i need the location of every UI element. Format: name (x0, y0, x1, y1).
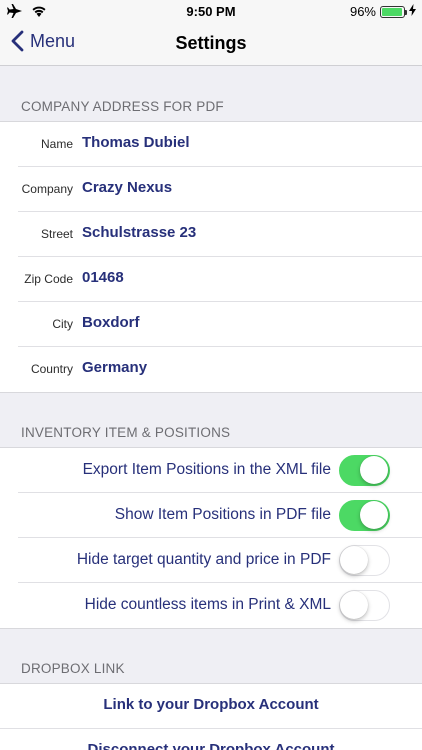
toggle-knob (340, 546, 368, 574)
company-field[interactable]: Crazy Nexus (82, 179, 172, 196)
hide-target-quantity-toggle[interactable] (339, 545, 390, 576)
field-row-company[interactable]: Company Crazy Nexus (18, 167, 422, 212)
link-row: Disconnect your Dropbox Account (0, 729, 422, 750)
name-field[interactable]: Thomas Dubiel (82, 134, 190, 151)
hide-countless-items-toggle[interactable] (339, 590, 390, 621)
field-label: Street (40, 227, 73, 241)
toggle-row-export-xml: Export Item Positions in the XML file (18, 448, 422, 493)
toggle-knob (360, 456, 388, 484)
toggle-label: Show Item Positions in PDF file (114, 506, 331, 523)
field-row-street[interactable]: Street Schulstrasse 23 (18, 212, 422, 257)
field-label: Company (21, 182, 73, 196)
field-row-zip-code[interactable]: Zip Code 01468 (18, 257, 422, 302)
dropbox-section-header: DROPBOX LINK (21, 661, 125, 676)
battery-percent: 96% (349, 4, 376, 19)
toggle-knob (340, 591, 368, 619)
toggle-label: Hide target quantity and price in PDF (76, 551, 331, 568)
link-row: Link to your Dropbox Account (0, 684, 422, 729)
toggle-label: Hide countless items in Print & XML (84, 596, 331, 613)
toggle-label: Export Item Positions in the XML file (82, 461, 331, 478)
show-pdf-positions-toggle[interactable] (339, 500, 390, 531)
charging-bolt-icon (409, 4, 416, 19)
battery-tip (405, 9, 407, 15)
export-xml-toggle[interactable] (339, 455, 390, 486)
field-row-name[interactable]: Name Thomas Dubiel (18, 122, 422, 167)
link-dropbox-button[interactable]: Link to your Dropbox Account (103, 696, 318, 713)
battery-icon (380, 5, 407, 18)
company-address-group: Name Thomas Dubiel Company Crazy Nexus S… (0, 121, 422, 393)
disconnect-dropbox-button[interactable]: Disconnect your Dropbox Account (88, 741, 335, 750)
field-label: City (52, 317, 73, 331)
inventory-toggles-group: Export Item Positions in the XML file Sh… (0, 447, 422, 629)
toggle-row-hide-target: Hide target quantity and price in PDF (18, 538, 422, 583)
field-label: Country (30, 362, 73, 376)
status-right: 96% (350, 4, 416, 19)
dropbox-links-group: Link to your Dropbox Account Disconnect … (0, 683, 422, 750)
inventory-section-header: INVENTORY ITEM & POSITIONS (21, 425, 231, 440)
page-title: Settings (175, 33, 247, 53)
field-label: Name (40, 137, 73, 151)
field-row-country[interactable]: Country Germany (18, 347, 422, 392)
toggle-row-hide-countless: Hide countless items in Print & XML (18, 583, 422, 628)
field-row-city[interactable]: City Boxdorf (18, 302, 422, 347)
city-field[interactable]: Boxdorf (82, 314, 140, 331)
field-label: Zip Code (24, 272, 73, 286)
toggle-row-show-pdf: Show Item Positions in PDF file (18, 493, 422, 538)
company-section-header: COMPANY ADDRESS FOR PDF (21, 99, 224, 114)
street-field[interactable]: Schulstrasse 23 (82, 224, 196, 241)
nav-bar: Menu Settings (0, 24, 422, 66)
battery-fill (382, 7, 403, 16)
status-bar: 9:50 PM 96% (0, 0, 422, 24)
zip-code-field[interactable]: 01468 (82, 269, 124, 286)
country-field[interactable]: Germany (82, 359, 147, 376)
toggle-knob (360, 501, 388, 529)
